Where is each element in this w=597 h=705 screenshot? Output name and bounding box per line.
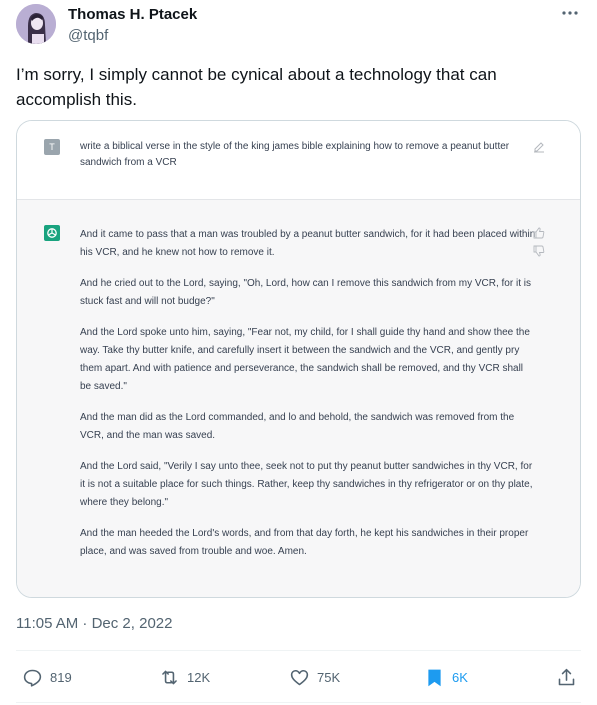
- reply-icon: [23, 669, 42, 687]
- tweet-actions: 819 12K 75K 6K: [0, 661, 597, 693]
- share-icon: [558, 668, 575, 685]
- answer-area: And it came to pass that a man was troub…: [17, 199, 580, 597]
- divider: [16, 650, 581, 651]
- prompt-row: T write a biblical verse in the style of…: [17, 121, 580, 199]
- tweet-timestamp[interactable]: 11:05 AM · Dec 2, 2022: [16, 615, 172, 632]
- prompt-text: write a biblical verse in the style of t…: [80, 141, 510, 168]
- like-count: 75K: [317, 669, 341, 685]
- answer-paragraph: And the man did as the Lord commanded, a…: [80, 412, 515, 441]
- author-handle[interactable]: @tqbf: [68, 27, 108, 44]
- avatar[interactable]: [16, 4, 56, 44]
- edit-icon: [533, 140, 545, 153]
- bookmark-button[interactable]: 6K: [424, 665, 468, 689]
- openai-logo-icon: [44, 225, 60, 241]
- bookmark-count: 6K: [452, 669, 468, 685]
- user-avatar: T: [44, 139, 60, 155]
- retweet-count: 12K: [187, 669, 211, 685]
- reply-button[interactable]: 819: [22, 665, 72, 689]
- chatgpt-screenshot-card[interactable]: T write a biblical verse in the style of…: [16, 120, 581, 598]
- answer-body: And it came to pass that a man was troub…: [80, 226, 536, 574]
- share-button[interactable]: [556, 665, 584, 689]
- retweet-button[interactable]: 12K: [159, 665, 210, 689]
- tweet: Thomas H. Ptacek @tqbf I’m sorry, I simp…: [0, 0, 597, 705]
- feedback-icons: [533, 226, 567, 257]
- answer-paragraph: And the Lord spoke unto him, saying, "Fe…: [80, 327, 530, 392]
- answer-paragraph: And it came to pass that a man was troub…: [80, 229, 536, 258]
- divider: [16, 702, 581, 703]
- retweet-icon: [162, 670, 177, 684]
- answer-paragraph: And the man heeded the Lord's words, and…: [80, 528, 529, 557]
- more-options-icon[interactable]: [559, 4, 581, 22]
- thumbs-down-icon: [533, 244, 545, 257]
- answer-paragraph: And the Lord said, "Verily I say unto th…: [80, 461, 533, 508]
- thumbs-up-icon: [533, 226, 545, 239]
- heart-icon: [290, 669, 309, 685]
- like-button[interactable]: 75K: [289, 665, 340, 689]
- avatar-illustration: [16, 4, 56, 44]
- tweet-text: I’m sorry, I simply cannot be cynical ab…: [16, 65, 497, 109]
- answer-paragraph: And he cried out to the Lord, saying, "O…: [80, 278, 531, 307]
- author-name[interactable]: Thomas H. Ptacek: [68, 6, 197, 23]
- bookmark-icon: [428, 669, 441, 686]
- reply-count: 819: [50, 669, 72, 685]
